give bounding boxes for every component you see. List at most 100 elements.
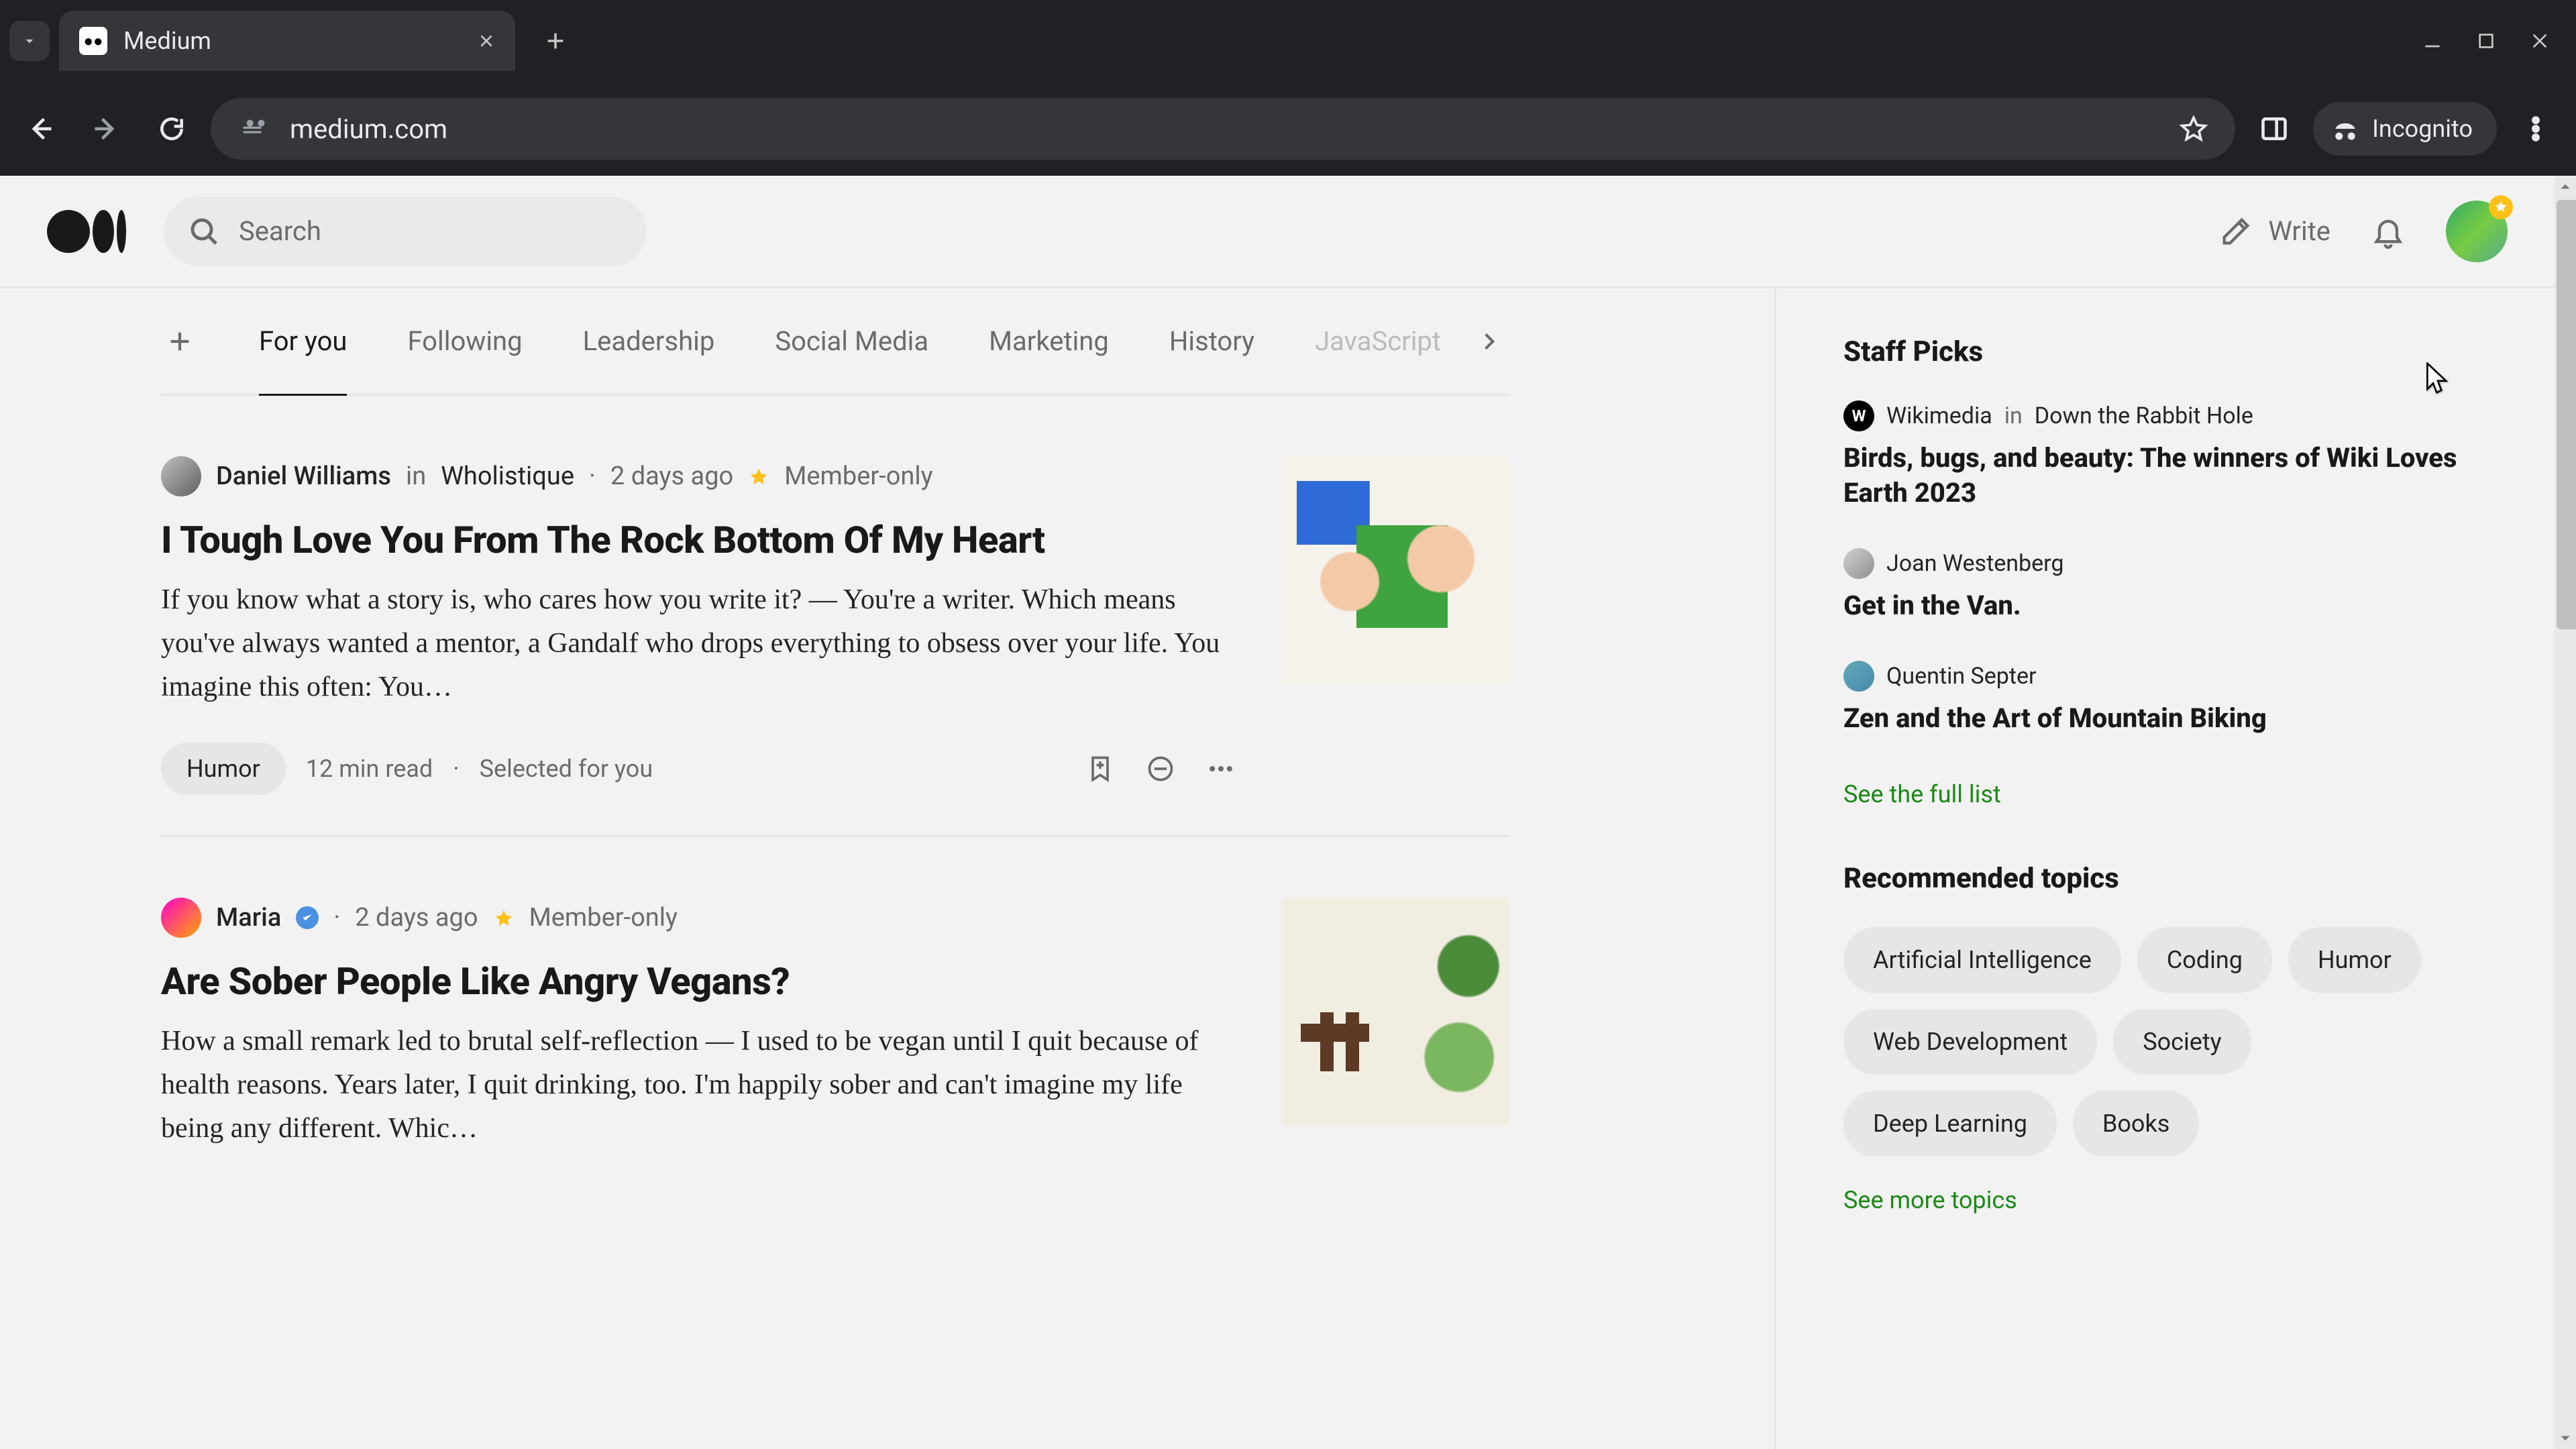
browser-toolbar: medium.com Incognito	[0, 82, 2576, 176]
article-title[interactable]: Are Sober People Like Angry Vegans?	[161, 959, 1241, 1004]
pick-title[interactable]: Get in the Van.	[1843, 588, 2474, 623]
page-scrollbar[interactable]	[2555, 176, 2576, 1449]
nav-forward-button[interactable]	[79, 102, 133, 156]
pick-title[interactable]: Birds, bugs, and beauty: The winners of …	[1843, 441, 2474, 511]
article-date: 2 days ago	[610, 462, 733, 491]
recommended-topics-heading: Recommended topics	[1843, 862, 2474, 895]
article-byline: Daniel Williams in Wholistique · 2 days …	[161, 456, 1241, 496]
nav-back-button[interactable]	[13, 102, 67, 156]
pick-title[interactable]: Zen and the Art of Mountain Biking	[1843, 701, 2474, 736]
member-only-label: Member-only	[784, 462, 932, 491]
byline-sep: ·	[333, 903, 340, 932]
incognito-label: Incognito	[2372, 115, 2473, 143]
user-avatar[interactable]	[2446, 201, 2508, 262]
window-minimize[interactable]	[2406, 21, 2459, 61]
tab-favicon: ●●	[79, 27, 107, 55]
pick-avatar[interactable]	[1843, 661, 1874, 692]
write-icon	[2218, 214, 2253, 249]
pick-avatar[interactable]	[1843, 548, 1874, 579]
side-panel-button[interactable]	[2247, 102, 2301, 156]
site-info-icon[interactable]	[235, 111, 270, 146]
article-tag[interactable]: Humor	[161, 743, 286, 795]
window-close[interactable]	[2513, 21, 2567, 61]
add-tab-button[interactable]	[161, 323, 199, 360]
staff-pick: W Wikimedia in Down the Rabbit Hole Bird…	[1843, 400, 2474, 511]
tab-following[interactable]: Following	[407, 288, 522, 394]
article-date: 2 days ago	[355, 903, 478, 932]
author-avatar[interactable]	[161, 898, 201, 938]
member-star-icon	[493, 907, 515, 928]
see-more-topics-link[interactable]: See more topics	[1843, 1186, 2017, 1214]
browser-window: ●● Medium medium.com	[0, 0, 2576, 1449]
search-placeholder: Search	[239, 215, 321, 247]
article-thumbnail[interactable]	[1281, 898, 1509, 1126]
address-bar[interactable]: medium.com	[211, 98, 2235, 160]
author-avatar[interactable]	[161, 456, 201, 496]
tab-close-button[interactable]	[475, 30, 498, 52]
topic-chip[interactable]: Humor	[2288, 927, 2421, 993]
bookmark-star-icon[interactable]	[2176, 111, 2211, 146]
article-more-button[interactable]	[1201, 749, 1241, 789]
notifications-button[interactable]	[2368, 211, 2408, 252]
tab-javascript[interactable]: JavaScript	[1315, 288, 1441, 394]
selected-for-you: Selected for you	[480, 755, 653, 783]
article-title[interactable]: I Tough Love You From The Rock Bottom Of…	[161, 518, 1241, 562]
chrome-menu-button[interactable]	[2509, 102, 2563, 156]
tab-history[interactable]: History	[1169, 288, 1254, 394]
write-button[interactable]: Write	[2218, 214, 2330, 249]
new-tab-button[interactable]	[535, 21, 576, 61]
topic-chip[interactable]: Artificial Intelligence	[1843, 927, 2121, 993]
tabs-scroll-right[interactable]	[1469, 321, 1509, 362]
author-link[interactable]: Maria	[216, 903, 281, 932]
pick-author[interactable]: Wikimedia	[1886, 402, 1992, 429]
feed-article: Daniel Williams in Wholistique · 2 days …	[161, 396, 1509, 837]
pick-publication[interactable]: Down the Rabbit Hole	[2035, 402, 2253, 429]
byline-in: in	[406, 462, 426, 491]
tab-marketing[interactable]: Marketing	[989, 288, 1109, 394]
pick-author[interactable]: Joan Westenberg	[1886, 550, 2063, 577]
tab-search-dropdown[interactable]	[9, 21, 50, 61]
content-area: For you Following Leadership Social Medi…	[0, 288, 2555, 1449]
tab-for-you[interactable]: For you	[259, 288, 347, 394]
scrollbar-up-arrow[interactable]	[2555, 176, 2576, 197]
member-badge-icon	[2489, 195, 2513, 219]
see-full-list-link[interactable]: See the full list	[1843, 780, 2001, 808]
write-label: Write	[2268, 215, 2330, 247]
tab-social-media[interactable]: Social Media	[775, 288, 928, 394]
save-bookmark-button[interactable]	[1080, 749, 1120, 789]
read-time: 12 min read	[306, 755, 433, 783]
medium-logo[interactable]	[47, 210, 126, 253]
feed-article: Maria · 2 days ago Member-only Are Sober…	[161, 837, 1509, 1191]
minus-circle-icon	[1146, 754, 1175, 784]
search-input[interactable]: Search	[164, 197, 647, 266]
member-only-label: Member-only	[529, 903, 678, 932]
tab-leadership[interactable]: Leadership	[583, 288, 715, 394]
article-dek: How a small remark led to brutal self-re…	[161, 1020, 1241, 1150]
show-less-button[interactable]	[1140, 749, 1181, 789]
page-viewport: Search Write	[0, 176, 2576, 1449]
scrollbar-thumb[interactable]	[2557, 200, 2576, 629]
staff-pick: Quentin Septer Zen and the Art of Mounta…	[1843, 661, 2474, 736]
article-dek: If you know what a story is, who cares h…	[161, 578, 1241, 709]
scrollbar-down-arrow[interactable]	[2555, 1428, 2576, 1449]
chevron-right-icon	[1479, 331, 1500, 352]
staff-pick: Joan Westenberg Get in the Van.	[1843, 548, 2474, 623]
topic-chip[interactable]: Books	[2073, 1091, 2199, 1157]
byline-sep: ·	[589, 462, 596, 491]
topic-chip[interactable]: Deep Learning	[1843, 1091, 2057, 1157]
author-link[interactable]: Daniel Williams	[216, 462, 391, 491]
nav-reload-button[interactable]	[145, 102, 199, 156]
pick-avatar[interactable]: W	[1843, 400, 1874, 431]
incognito-indicator[interactable]: Incognito	[2313, 102, 2497, 156]
verified-badge-icon	[296, 906, 319, 929]
publication-link[interactable]: Wholistique	[441, 462, 574, 491]
pick-author[interactable]: Quentin Septer	[1886, 663, 2037, 690]
window-maximize[interactable]	[2459, 21, 2513, 61]
browser-tab[interactable]: ●● Medium	[59, 11, 515, 71]
topic-chip[interactable]: Coding	[2137, 927, 2272, 993]
article-thumbnail[interactable]	[1281, 456, 1509, 684]
tab-strip: ●● Medium	[0, 0, 2576, 82]
topics-list: Artificial Intelligence Coding Humor Web…	[1843, 927, 2474, 1157]
topic-chip[interactable]: Web Development	[1843, 1009, 2097, 1075]
topic-chip[interactable]: Society	[2113, 1009, 2251, 1075]
